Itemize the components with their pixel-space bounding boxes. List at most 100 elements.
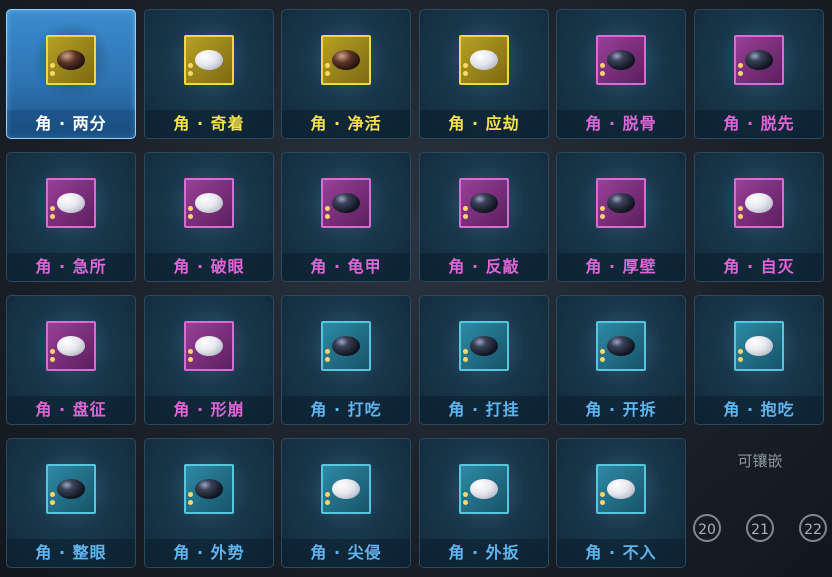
item-name: 角 · 形崩 (173, 400, 245, 419)
stone-icon (745, 336, 773, 356)
go-stone-icon (184, 178, 234, 228)
level-dots-icon (325, 206, 330, 222)
stone-icon (470, 479, 498, 499)
stone-icon (607, 336, 635, 356)
item-name: 角 · 脱先 (723, 114, 795, 133)
item-slot[interactable]: 角 · 抱吃 (694, 295, 824, 425)
item-slot[interactable]: 角 · 破眼 (144, 152, 274, 282)
item-slot[interactable]: 角 · 打挂 (419, 295, 549, 425)
stone-icon (332, 193, 360, 213)
go-stone-icon (459, 321, 509, 371)
item-slot[interactable]: 角 · 龟甲 (281, 152, 411, 282)
item-name: 角 · 外扳 (448, 543, 520, 562)
item-slot[interactable]: 角 · 形崩 (144, 295, 274, 425)
level-dots-icon (738, 206, 743, 222)
stone-icon (745, 50, 773, 70)
item-slot[interactable]: 角 · 打吃 (281, 295, 411, 425)
item-name: 角 · 尖侵 (310, 543, 382, 562)
go-stone-icon (596, 321, 646, 371)
item-slot[interactable]: 角 · 两分 (6, 9, 136, 139)
item-slot[interactable]: 角 · 自灭 (694, 152, 824, 282)
item-slot[interactable]: 角 · 急所 (6, 152, 136, 282)
item-name: 角 · 脱骨 (585, 114, 657, 133)
item-slot[interactable]: 角 · 厚壁 (556, 152, 686, 282)
item-name: 角 · 厚壁 (585, 257, 657, 276)
go-stone-icon (734, 321, 784, 371)
item-slot[interactable]: 角 · 外扳 (419, 438, 549, 568)
item-name: 角 · 整眼 (35, 543, 107, 562)
go-stone-icon (734, 178, 784, 228)
go-stone-icon (321, 321, 371, 371)
go-stone-icon (46, 178, 96, 228)
item-name: 角 · 不入 (585, 543, 657, 562)
item-slot[interactable]: 角 · 开拆 (556, 295, 686, 425)
level-dots-icon (600, 349, 605, 365)
level-dots-icon (738, 63, 743, 79)
level-dots-icon (325, 63, 330, 79)
level-dots-icon (463, 63, 468, 79)
go-stone-icon (184, 464, 234, 514)
level-dots-icon (50, 492, 55, 508)
level-dots-icon (325, 349, 330, 365)
go-stone-icon (734, 35, 784, 85)
level-dots-icon (188, 492, 193, 508)
go-stone-icon (46, 321, 96, 371)
level-dots-icon (325, 492, 330, 508)
item-slot[interactable]: 角 · 盘征 (6, 295, 136, 425)
item-name: 角 · 盘征 (35, 400, 107, 419)
go-stone-icon (596, 178, 646, 228)
item-name: 角 · 反敲 (448, 257, 520, 276)
item-name: 角 · 两分 (35, 114, 107, 133)
go-stone-icon (46, 35, 96, 85)
item-name: 角 · 打吃 (310, 400, 382, 419)
level-dots-icon (50, 349, 55, 365)
item-name: 角 · 抱吃 (723, 400, 795, 419)
stone-icon (607, 479, 635, 499)
item-name: 角 · 自灭 (723, 257, 795, 276)
item-name: 角 · 龟甲 (310, 257, 382, 276)
item-slot[interactable]: 角 · 整眼 (6, 438, 136, 568)
item-name: 角 · 净活 (310, 114, 382, 133)
item-slot[interactable]: 角 · 尖侵 (281, 438, 411, 568)
item-slot[interactable]: 角 · 脱先 (694, 9, 824, 139)
item-slot[interactable]: 角 · 奇着 (144, 9, 274, 139)
level-dots-icon (463, 206, 468, 222)
stone-icon (470, 50, 498, 70)
level-dots-icon (188, 349, 193, 365)
go-stone-icon (321, 464, 371, 514)
level-dots-icon (188, 206, 193, 222)
stone-icon (607, 193, 635, 213)
item-slot[interactable]: 角 · 外势 (144, 438, 274, 568)
go-stone-icon (459, 464, 509, 514)
item-slot[interactable]: 角 · 不入 (556, 438, 686, 568)
item-slot[interactable]: 角 · 应劫 (419, 9, 549, 139)
go-stone-icon (321, 178, 371, 228)
go-stone-icon (184, 35, 234, 85)
go-stone-icon (184, 321, 234, 371)
item-slot[interactable]: 角 · 反敲 (419, 152, 549, 282)
stone-icon (57, 336, 85, 356)
stone-icon (195, 193, 223, 213)
level-dots-icon (50, 206, 55, 222)
stone-icon (57, 50, 85, 70)
go-stone-icon (459, 35, 509, 85)
stone-icon (745, 193, 773, 213)
item-slot[interactable]: 角 · 脱骨 (556, 9, 686, 139)
stone-icon (195, 336, 223, 356)
stone-icon (332, 336, 360, 356)
item-name: 角 · 开拆 (585, 400, 657, 419)
stone-icon (332, 479, 360, 499)
go-stone-icon (46, 464, 96, 514)
item-slot[interactable]: 角 · 净活 (281, 9, 411, 139)
stone-icon (195, 479, 223, 499)
stone-icon (57, 479, 85, 499)
stone-icon (195, 50, 223, 70)
go-stone-icon (321, 35, 371, 85)
item-name: 角 · 急所 (35, 257, 107, 276)
item-name: 角 · 外势 (173, 543, 245, 562)
level-dots-icon (50, 63, 55, 79)
item-name: 角 · 打挂 (448, 400, 520, 419)
level-dots-icon (600, 206, 605, 222)
level-dots-icon (600, 63, 605, 79)
item-grid: 角 · 两分 角 · 奇着 角 · 净活 角 · 应劫 角 · 脱骨 角 · 脱先角 · … (6, 9, 826, 569)
